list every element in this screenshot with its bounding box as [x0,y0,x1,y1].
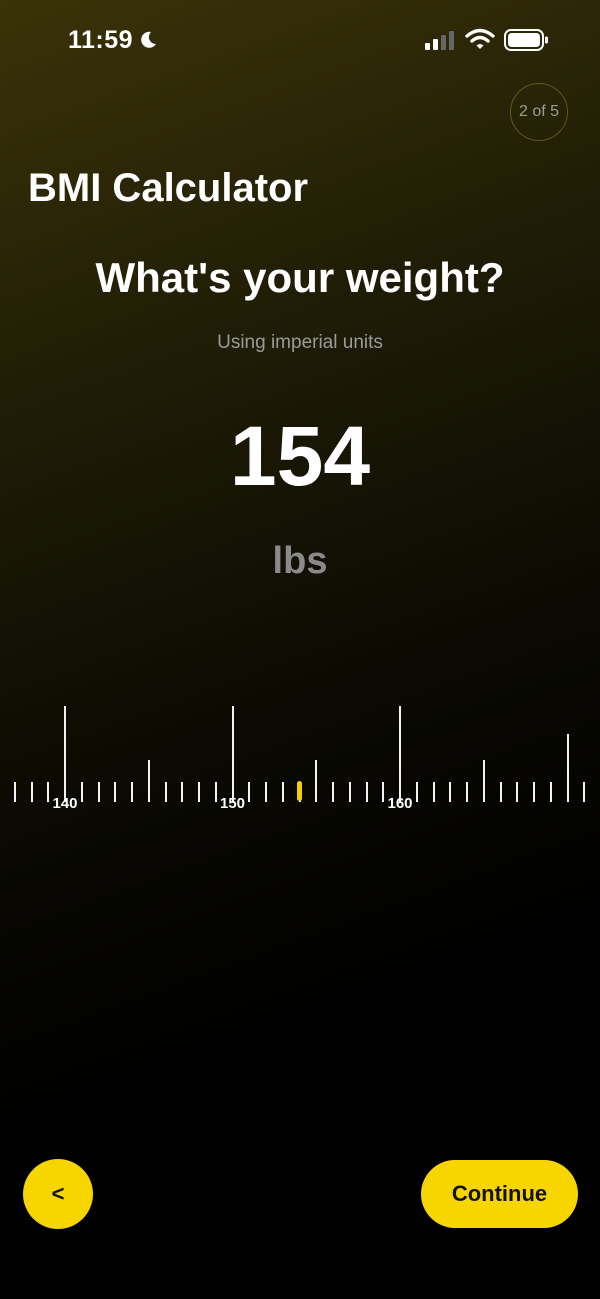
wifi-icon [465,28,495,49]
continue-button[interactable]: Continue [421,1160,578,1228]
ruler-minor-tick [583,782,586,802]
ruler-major-tick [566,734,569,802]
weight-ruler-slider[interactable]: 140 150 160 [0,690,600,830]
step-indicator: 2 of 5 [510,83,568,141]
ruler-minor-tick [432,782,435,802]
ruler-minor-tick [114,782,117,802]
ruler-tick-label: 140 [52,795,78,812]
ruler-minor-tick [164,782,167,802]
ruler-minor-tick [97,782,100,802]
ruler-minor-tick [332,782,334,802]
ruler-minor-tick [265,782,267,802]
app-title: BMI Calculator [28,166,309,210]
ruler-tick-label: 160 [387,795,413,812]
ruler-mid-tick [315,760,318,802]
signal-icon [425,31,454,50]
back-button[interactable]: < [23,1159,93,1229]
ruler-minor-tick [449,782,452,802]
ruler-mid-tick [482,760,485,802]
ruler-selection-indicator [297,781,302,801]
screen: 11:59 2 of 5 BMI Calculator What's your … [0,0,600,1299]
moon-icon [141,31,156,48]
ruler-major-tick [231,706,234,802]
ruler-minor-tick [131,782,133,802]
ruler-minor-tick [549,782,552,802]
question-heading: What's your weight? [95,254,505,301]
ruler-minor-tick [198,782,200,802]
unit-system-subtitle: Using imperial units [217,332,383,353]
ruler-tick-label: 150 [219,795,246,812]
ruler-mid-tick [147,760,150,802]
ruler-minor-tick [516,782,519,802]
ruler-minor-tick [499,782,502,802]
ruler-minor-tick [281,782,284,802]
battery-icon [504,29,548,51]
status-time: 11:59 [68,26,134,54]
ruler-minor-tick [30,782,33,802]
ruler-major-tick [399,706,401,802]
ruler-minor-tick [13,782,16,802]
ruler-minor-tick [181,782,184,802]
ruler-major-tick [64,706,66,802]
ruler-minor-tick [466,782,468,802]
ruler-minor-tick [348,782,351,802]
ruler-minor-tick [365,782,368,802]
weight-value: 154 [229,409,371,503]
status-bar: 11:59 [0,0,600,84]
weight-unit: lbs [272,540,328,582]
ruler-minor-tick [533,782,535,802]
